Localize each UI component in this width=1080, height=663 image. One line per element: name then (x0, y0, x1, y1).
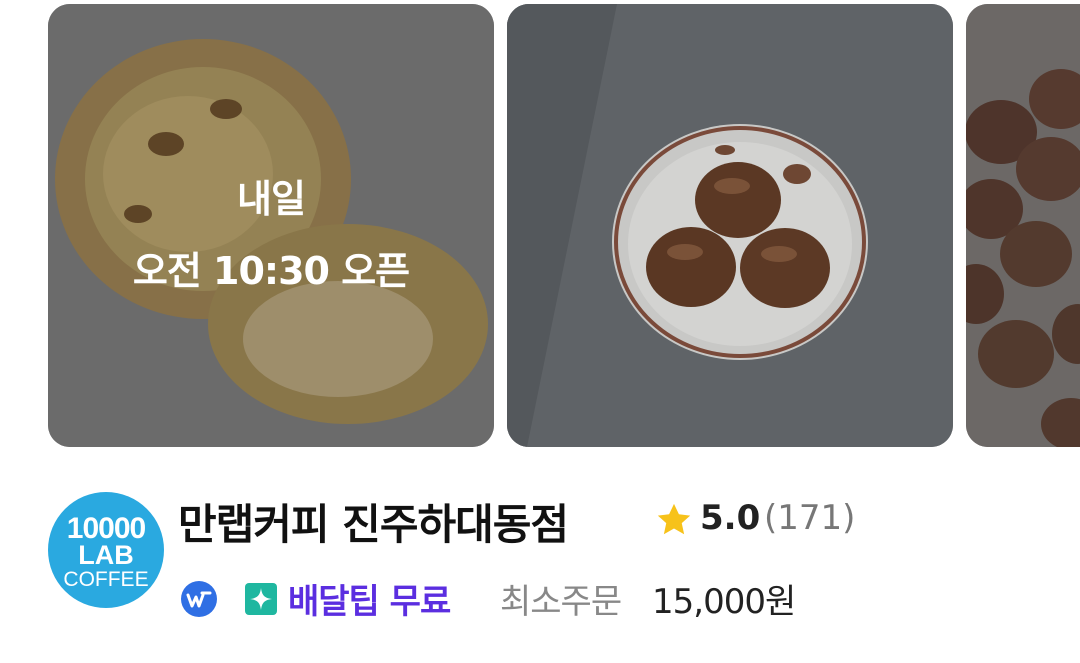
sparkle-icon (245, 583, 277, 615)
store-photo-card-3[interactable] (966, 4, 1080, 447)
review-count: (171) (764, 498, 856, 538)
min-order-label: 최소주문 (500, 582, 622, 622)
logo-text-line3: COFFEE (63, 568, 149, 591)
store-logo[interactable]: 10000 LAB COFFEE (48, 492, 164, 608)
logo-text-line2: LAB (78, 540, 134, 570)
store-name[interactable]: 만랩커피 진주하대동점 (178, 491, 569, 552)
store-photo-card-2[interactable] (507, 4, 953, 447)
chestnut-pastry-photo (507, 4, 953, 447)
rating-value: 5.0 (700, 498, 761, 538)
open-time-label: 오전 10:30 오픈 (132, 249, 410, 293)
store-photo-card-1[interactable]: 내일 오전 10:30 오픈 (48, 4, 494, 447)
delivery-badge-icon (181, 581, 217, 617)
star-icon (657, 503, 691, 535)
min-order-value: 15,000원 (652, 582, 796, 622)
egg-tart-photo (48, 4, 494, 447)
chocolate-dome-photo (966, 4, 1080, 447)
delivery-tip-label: 배달팁 무료 (288, 582, 451, 622)
open-day-label: 내일 (237, 177, 306, 221)
